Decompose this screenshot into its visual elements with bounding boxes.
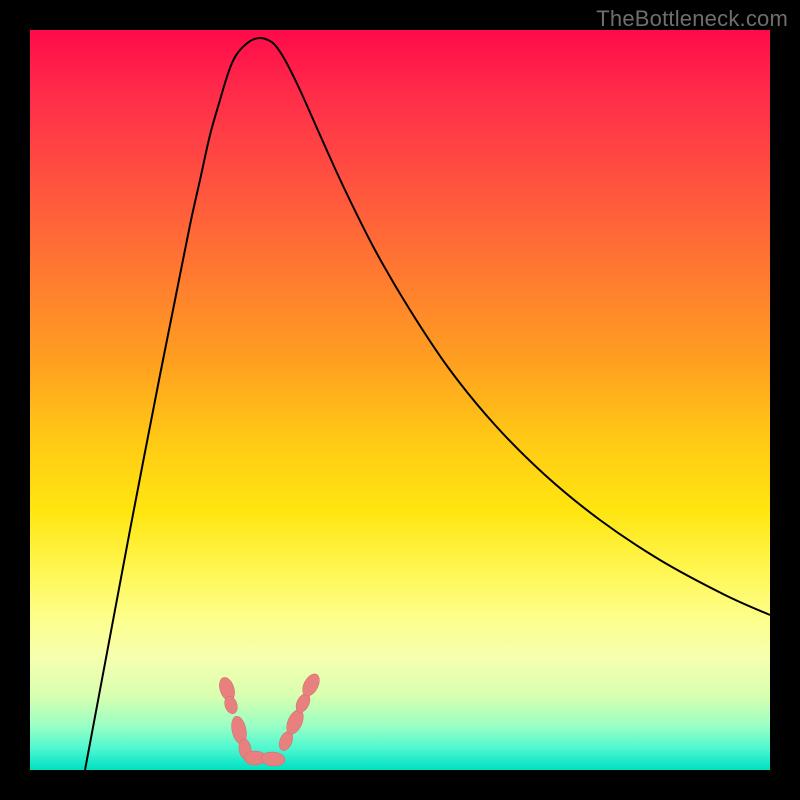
curve-group <box>85 38 770 770</box>
watermark-text: TheBottleneck.com <box>596 6 788 32</box>
bottleneck-curve <box>85 38 770 770</box>
chart-plot-area <box>30 30 770 770</box>
chart-svg <box>30 30 770 770</box>
curve-marker <box>260 751 285 767</box>
marker-group <box>217 671 323 767</box>
